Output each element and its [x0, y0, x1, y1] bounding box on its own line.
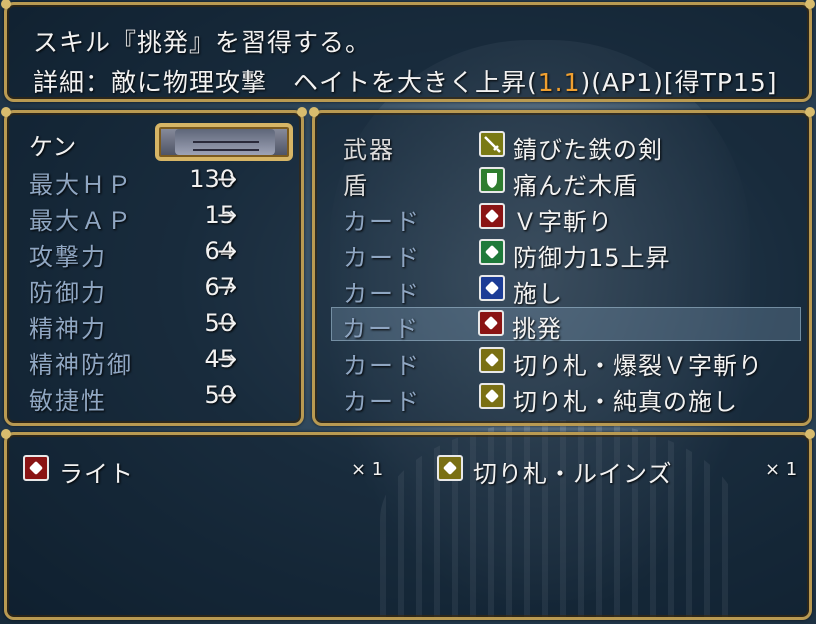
equip-item-name: 挑発 — [512, 315, 562, 343]
hate-multiplier: 1.1 — [537, 68, 581, 97]
stat-label: 最大ＡＰ — [29, 207, 133, 235]
equip-item-name: 痛んだ木盾 — [513, 172, 638, 200]
status-window: ケン 最大ＨＰ 130 → 最大ＡＰ 15 → 攻撃力 64 → 防御力 67 … — [1, 107, 307, 426]
stat-row-agility: 敏捷性 50 → — [29, 381, 299, 415]
stat-arrow: → — [217, 201, 238, 229]
help-description-line1: スキル『挑発』を習得する。 — [33, 28, 372, 57]
equip-item-name: 切り札・爆裂Ｖ字斬り — [513, 352, 763, 380]
card-icon — [479, 347, 505, 373]
equip-slot-card-1[interactable]: カード Ｖ字斬り — [333, 201, 803, 236]
stat-arrow: → — [217, 165, 238, 193]
equip-slot-card-2[interactable]: カード 防御力15上昇 — [333, 237, 803, 272]
actor-portrait — [155, 123, 293, 161]
card-icon — [479, 203, 505, 229]
item-name: ライト — [59, 460, 134, 488]
stat-arrow: → — [217, 345, 238, 373]
equip-slot-label: カード — [343, 244, 421, 272]
item-count: × 1 — [351, 459, 384, 480]
equip-slot-label: カード — [342, 315, 420, 343]
shield-icon — [479, 167, 505, 193]
stat-row-max-hp: 最大ＨＰ 130 → — [29, 165, 299, 199]
stat-label: 防御力 — [29, 279, 107, 307]
card-icon — [478, 310, 504, 336]
equip-slot-card-3[interactable]: カード 施し — [333, 273, 803, 308]
equip-slot-card-6[interactable]: カード 切り札・純真の施し — [333, 381, 803, 416]
card-icon — [479, 239, 505, 265]
card-icon — [479, 275, 505, 301]
equip-slot-weapon[interactable]: 武器 錆びた鉄の剣 — [333, 129, 803, 164]
stat-label: 精神防御 — [29, 351, 133, 379]
equip-item-name: 切り札・純真の施し — [513, 388, 738, 416]
stat-label: 精神力 — [29, 315, 107, 343]
stat-row-defense: 防御力 67 → — [29, 273, 299, 307]
stat-arrow: → — [217, 309, 238, 337]
card-icon — [437, 455, 463, 481]
card-icon — [479, 383, 505, 409]
portrait-eyes — [193, 141, 259, 151]
sword-icon — [479, 131, 505, 157]
item-entry-light[interactable]: ライト × 1 — [23, 453, 393, 488]
stat-row-spirit: 精神力 50 → — [29, 309, 299, 343]
equip-slot-label: カード — [343, 388, 421, 416]
equip-slot-label: カード — [343, 208, 421, 236]
equip-slot-card-5[interactable]: カード 切り札・爆裂Ｖ字斬り — [333, 345, 803, 380]
equip-slot-label: 盾 — [343, 172, 369, 200]
item-count: × 1 — [765, 459, 798, 480]
equip-item-name: 錆びた鉄の剣 — [513, 136, 663, 164]
item-entry-ruins[interactable]: 切り札・ルインズ × 1 — [437, 453, 807, 488]
equip-slot-label: カード — [343, 280, 421, 308]
help-description-line2: 詳細：敵に物理攻撃 ヘイトを大きく上昇(1.1)(AP1)[得TP15] — [33, 63, 778, 99]
equip-slot-label: カード — [343, 352, 421, 380]
equip-slot-shield[interactable]: 盾 痛んだ木盾 — [333, 165, 803, 200]
stat-label: 最大ＨＰ — [29, 171, 133, 199]
stat-arrow: → — [217, 237, 238, 265]
help-detail-prefix: 詳細：敵に物理攻撃 ヘイトを大きく上昇( — [33, 68, 538, 97]
stat-arrow: → — [217, 273, 238, 301]
stat-arrow: → — [217, 381, 238, 409]
stat-row-max-ap: 最大ＡＰ 15 → — [29, 201, 299, 235]
help-detail-suffix: )(AP1)[得TP15] — [580, 68, 778, 97]
stat-label: 敏捷性 — [29, 387, 107, 415]
item-name: 切り札・ルインズ — [473, 460, 673, 488]
card-icon — [23, 455, 49, 481]
stat-row-attack: 攻撃力 64 → — [29, 237, 299, 271]
help-window: スキル『挑発』を習得する。 詳細：敵に物理攻撃 ヘイトを大きく上昇(1.1)(A… — [1, 0, 815, 102]
equip-item-name: Ｖ字斬り — [513, 208, 613, 236]
equipment-slot-window: 武器 錆びた鉄の剣 盾 痛んだ木盾 カード Ｖ字斬り カード 防御力15上昇 カ… — [309, 107, 815, 426]
equip-slot-card-4-selected[interactable]: カード 挑発 — [331, 307, 801, 343]
equip-item-name: 防御力15上昇 — [513, 244, 671, 272]
actor-name: ケン — [29, 133, 77, 161]
equip-item-name: 施し — [513, 280, 563, 308]
item-list-window: ライト × 1 切り札・ルインズ × 1 — [1, 429, 815, 620]
stat-label: 攻撃力 — [29, 243, 107, 271]
equip-slot-label: 武器 — [343, 136, 395, 164]
stat-row-spirit-defense: 精神防御 45 → — [29, 345, 299, 379]
